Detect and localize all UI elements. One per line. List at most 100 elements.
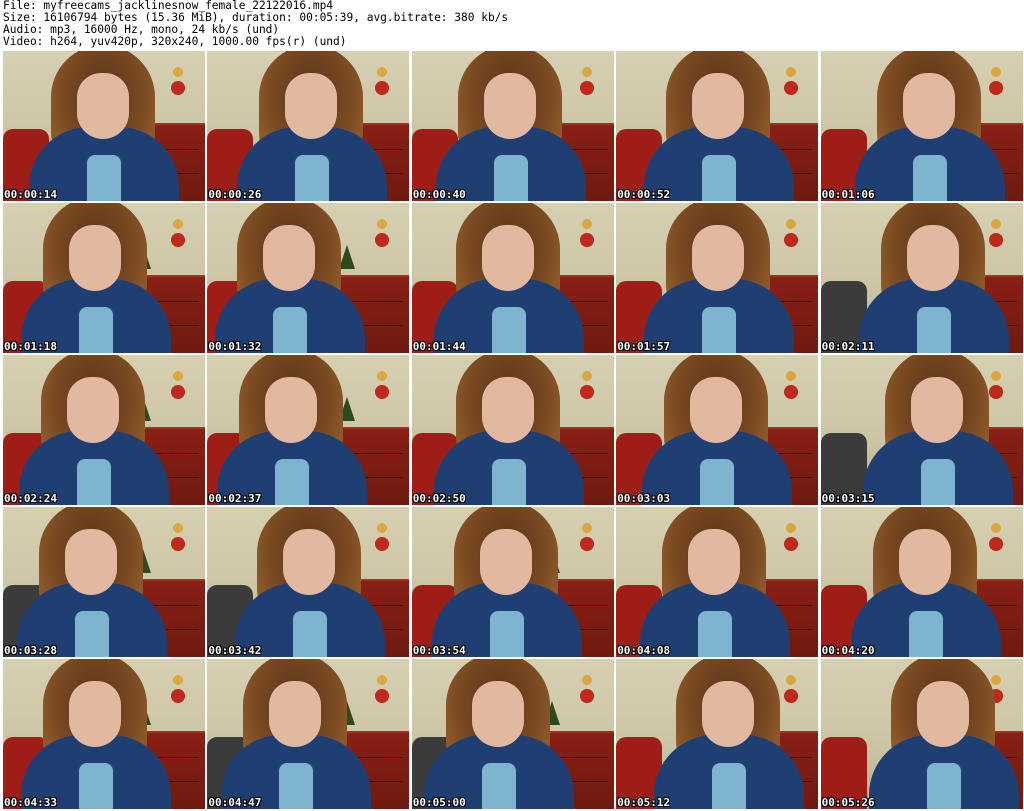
person-shirt [920, 459, 955, 505]
frame-timestamp: 00:04:47 [208, 796, 262, 809]
frame-timestamp: 00:01:18 [4, 340, 57, 353]
person-shirt [295, 155, 330, 201]
frame-timestamp: 00:02:50 [412, 492, 466, 505]
video-frame-thumbnail: 00:05:00 [411, 659, 614, 809]
person-face [692, 225, 745, 291]
person-face [902, 73, 955, 139]
scene-christmas-tree [339, 245, 356, 269]
person-face [479, 529, 532, 595]
person-face [69, 681, 121, 747]
frame-timestamp: 00:02:24 [4, 492, 57, 505]
frame-timestamp: 00:03:15 [821, 492, 875, 505]
video-frame-thumbnail: 00:04:47 [207, 659, 410, 809]
person-face [481, 225, 534, 291]
person-shirt [79, 763, 113, 809]
video-frame-thumbnail: 00:01:57 [616, 203, 819, 353]
scene-flower-decoration [171, 689, 185, 703]
person-shirt [491, 307, 526, 353]
person-shirt [481, 763, 516, 809]
video-frame-thumbnail: 00:04:08 [616, 507, 819, 657]
scene-flower-decoration [988, 81, 1003, 95]
scene-flower-decoration [988, 385, 1003, 399]
person-face [69, 225, 121, 291]
person-shirt [702, 307, 737, 353]
person-shirt [75, 611, 109, 657]
frame-timestamp: 00:01:57 [617, 340, 671, 353]
scene-flower-decoration [171, 233, 185, 247]
frame-timestamp: 00:02:37 [208, 492, 262, 505]
video-frame-thumbnail: 00:02:11 [820, 203, 1023, 353]
person-shirt [79, 307, 113, 353]
scene-flower-decoration [579, 233, 594, 247]
frame-timestamp: 00:00:14 [4, 188, 57, 201]
video-frame-thumbnail: 00:00:52 [616, 51, 819, 201]
frame-timestamp: 00:03:03 [617, 492, 671, 505]
frame-timestamp: 00:01:44 [412, 340, 466, 353]
video-frame-thumbnail: 00:02:50 [411, 355, 614, 505]
person-shirt [493, 155, 528, 201]
person-face [916, 681, 969, 747]
person-shirt [279, 763, 314, 809]
person-face [285, 73, 338, 139]
frame-timestamp: 00:04:20 [821, 644, 875, 657]
video-frame-thumbnail: 00:00:40 [411, 51, 614, 201]
scene-flower-decoration [171, 81, 185, 95]
video-frame-thumbnail: 00:04:20 [820, 507, 1023, 657]
video-frame-thumbnail: 00:01:18 [3, 203, 205, 353]
person-face [692, 73, 745, 139]
frame-timestamp: 00:04:08 [617, 644, 671, 657]
video-frame-thumbnail: 00:00:14 [3, 51, 205, 201]
person-face [77, 73, 129, 139]
person-face [688, 529, 741, 595]
video-frame-thumbnail: 00:03:28 [3, 507, 205, 657]
scene-flower-decoration [171, 385, 185, 399]
scene-flower-decoration [171, 537, 185, 551]
video-info-line: Video: h264, yuv420p, 320x240, 1000.00 f… [3, 35, 347, 48]
scene-flower-decoration [579, 385, 594, 399]
video-frame-thumbnail: 00:00:26 [207, 51, 410, 201]
frame-timestamp: 00:05:26 [821, 796, 875, 809]
person-face [263, 225, 316, 291]
person-shirt [698, 611, 733, 657]
person-shirt [908, 611, 943, 657]
frame-timestamp: 00:04:33 [4, 796, 57, 809]
file-info-header: File: myfreecams_jacklinesnow_female_221… [0, 0, 1024, 50]
video-frame-thumbnail: 00:03:54 [411, 507, 614, 657]
frame-timestamp: 00:01:06 [821, 188, 875, 201]
frame-timestamp: 00:02:11 [821, 340, 875, 353]
person-shirt [275, 459, 310, 505]
scene-flower-decoration [579, 537, 594, 551]
video-frame-thumbnail: 00:05:12 [616, 659, 819, 809]
person-face [67, 377, 119, 443]
video-frame-thumbnail: 00:01:32 [207, 203, 410, 353]
person-shirt [916, 307, 951, 353]
video-frame-thumbnail: 00:05:26 [820, 659, 1023, 809]
person-face [265, 377, 318, 443]
person-face [283, 529, 336, 595]
frame-timestamp: 00:00:40 [412, 188, 466, 201]
scene-flower-decoration [988, 537, 1003, 551]
frame-timestamp: 00:03:42 [208, 644, 262, 657]
scene-flower-decoration [988, 233, 1003, 247]
person-shirt [926, 763, 961, 809]
video-frame-thumbnail: 00:02:37 [207, 355, 410, 505]
person-shirt [77, 459, 111, 505]
person-face [898, 529, 951, 595]
frame-timestamp: 00:03:28 [4, 644, 57, 657]
person-shirt [712, 763, 747, 809]
person-face [65, 529, 117, 595]
video-frame-thumbnail: 00:02:24 [3, 355, 205, 505]
person-face [910, 377, 963, 443]
frame-timestamp: 00:01:32 [208, 340, 262, 353]
scene-flower-decoration [579, 81, 594, 95]
frame-timestamp: 00:03:54 [412, 644, 466, 657]
person-face [481, 377, 534, 443]
person-face [702, 681, 755, 747]
person-face [269, 681, 322, 747]
person-shirt [491, 459, 526, 505]
person-shirt [273, 307, 308, 353]
video-frame-thumbnail: 00:03:15 [820, 355, 1023, 505]
person-face [483, 73, 536, 139]
frame-timestamp: 00:00:52 [617, 188, 671, 201]
video-frame-thumbnail: 00:01:44 [411, 203, 614, 353]
